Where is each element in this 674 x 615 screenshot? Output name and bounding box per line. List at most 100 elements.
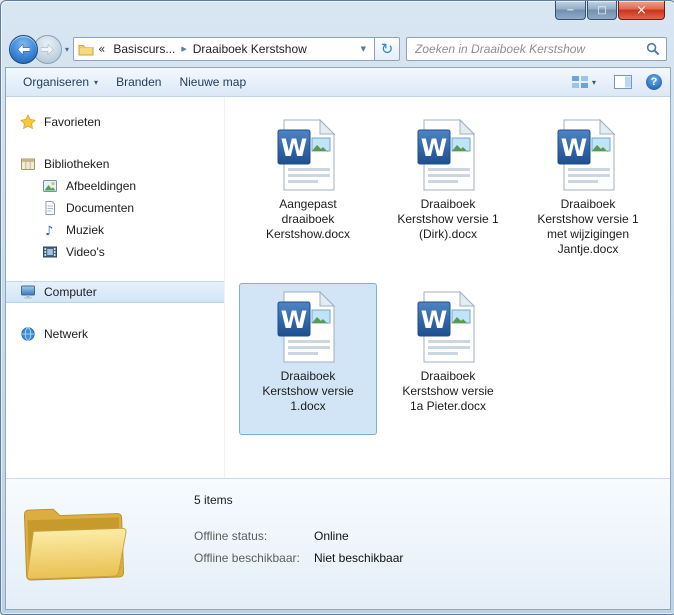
refresh-icon: ↻ — [380, 40, 394, 58]
sidebar-item-label: Netwerk — [44, 327, 89, 341]
chevron-down-icon: ▾ — [94, 77, 99, 87]
new-folder-label: Nieuwe map — [179, 75, 247, 89]
details-pane: 5 items Offline status: Online Offline b… — [6, 478, 670, 609]
detail-row: Offline status: Online — [194, 529, 403, 543]
preview-pane-icon — [614, 75, 632, 89]
burn-label: Branden — [116, 75, 162, 89]
history-dropdown[interactable]: ▾ — [65, 45, 69, 54]
detail-value: Niet beschikbaar — [314, 551, 404, 565]
word-document-icon: W — [417, 290, 476, 363]
libraries-icon — [21, 158, 35, 170]
views-icon — [571, 76, 588, 88]
folder-thumbnail — [6, 479, 156, 609]
sidebar-item-videos[interactable]: Video's — [6, 241, 224, 263]
window-body: Favorieten Bibliotheken Afbeeldingen Doc… — [6, 97, 670, 478]
back-button[interactable] — [9, 34, 38, 64]
detail-label: Offline status: — [194, 529, 268, 543]
file-label: Draaiboek Kerstshow versie 1 met wijzigi… — [537, 197, 639, 256]
breadcrumb-overflow[interactable]: « — [98, 42, 105, 56]
sidebar-item-muziek[interactable]: ♪ Muziek — [6, 219, 224, 241]
computer-icon — [21, 285, 35, 299]
svg-text:♪: ♪ — [45, 224, 53, 238]
file-label: Draaiboek Kerstshow versie 1a Pieter.doc… — [402, 369, 494, 413]
file-grid: W Aangepast draaiboek Kerstshow.docx W D… — [224, 97, 670, 478]
star-icon — [20, 114, 36, 130]
forward-arrow-icon — [41, 43, 54, 55]
sidebar-item-netwerk[interactable]: Netwerk — [6, 323, 224, 345]
file-tile[interactable]: W Draaiboek Kerstshow versie 1 met wijzi… — [519, 111, 657, 263]
toolbar-right-group: ▾ ? — [567, 73, 662, 91]
word-document-icon: W — [277, 290, 336, 363]
sidebar-item-label: Afbeeldingen — [66, 179, 137, 193]
organize-menu-button[interactable]: Organiseren ▾ — [14, 71, 107, 93]
explorer-window: − □ × ▾ « Basiscurs... ▶ Draaiboek Kerst… — [0, 0, 674, 615]
maximize-icon: □ — [597, 4, 607, 16]
sidebar-item-computer[interactable]: Computer — [6, 281, 224, 303]
search-icon — [646, 42, 660, 56]
videos-icon — [43, 246, 57, 258]
svg-text:W: W — [421, 306, 447, 334]
items-count: 5 items — [194, 493, 233, 507]
word-document-icon: W — [557, 118, 616, 191]
file-tile[interactable]: W Aangepast draaiboek Kerstshow.docx — [239, 111, 377, 263]
file-tile[interactable]: W Draaiboek Kerstshow versie 1a Pieter.d… — [379, 283, 517, 435]
breadcrumb-separator-icon[interactable]: ▶ — [179, 45, 188, 53]
address-dropdown-icon[interactable]: ▼ — [357, 45, 370, 53]
refresh-button[interactable]: ↻ — [375, 37, 401, 61]
word-document-icon: W — [277, 118, 336, 191]
detail-label: Offline beschikbaar: — [194, 551, 300, 565]
help-icon: ? — [650, 76, 658, 88]
new-folder-button[interactable]: Nieuwe map — [170, 71, 255, 93]
search-input[interactable] — [413, 41, 646, 57]
chevron-down-icon: ▾ — [591, 77, 596, 87]
sidebar-item-label: Favorieten — [44, 115, 101, 129]
network-icon — [21, 327, 35, 341]
svg-text:W: W — [281, 306, 307, 334]
file-label: Aangepast draaiboek Kerstshow.docx — [265, 197, 351, 241]
maximize-button[interactable]: □ — [587, 1, 617, 20]
svg-text:W: W — [281, 134, 307, 162]
pictures-icon — [43, 180, 57, 192]
file-tile-selected[interactable]: W Draaiboek Kerstshow versie 1.docx — [239, 283, 377, 435]
documents-icon — [45, 201, 55, 215]
sidebar-item-label: Bibliotheken — [44, 157, 110, 171]
window-controls: − □ × — [554, 1, 665, 20]
address-bar[interactable]: « Basiscurs... ▶ Draaiboek Kerstshow ▼ — [73, 37, 376, 61]
client-area: Organiseren ▾ Branden Nieuwe map ▾ ? Fav… — [5, 67, 671, 610]
file-label: Draaiboek Kerstshow versie 1 (Dirk).docx — [397, 197, 499, 241]
sidebar-item-label: Video's — [66, 245, 105, 259]
breadcrumb-item[interactable]: Basiscurs... — [109, 40, 179, 58]
svg-text:W: W — [561, 134, 587, 162]
change-view-button[interactable]: ▾ — [567, 73, 600, 91]
sidebar-item-afbeeldingen[interactable]: Afbeeldingen — [6, 175, 224, 197]
sidebar-item-label: Documenten — [66, 201, 135, 215]
command-toolbar: Organiseren ▾ Branden Nieuwe map ▾ ? — [6, 68, 670, 97]
titlebar[interactable]: − □ × — [1, 1, 674, 31]
file-tile[interactable]: W Draaiboek Kerstshow versie 1 (Dirk).do… — [379, 111, 517, 263]
details-info: 5 items Offline status: Online Offline b… — [156, 479, 403, 609]
detail-value: Online — [314, 529, 349, 543]
back-arrow-icon — [17, 43, 30, 55]
folder-icon — [78, 45, 94, 56]
folder-large-icon — [23, 508, 127, 581]
organize-label: Organiseren — [23, 75, 90, 89]
help-button[interactable]: ? — [646, 74, 662, 90]
music-icon: ♪ — [45, 224, 53, 238]
svg-text:W: W — [421, 134, 447, 162]
sidebar-item-label: Muziek — [66, 223, 105, 237]
sidebar-item-favorieten[interactable]: Favorieten — [6, 111, 224, 133]
close-button[interactable]: × — [618, 1, 665, 20]
file-label: Draaiboek Kerstshow versie 1.docx — [262, 369, 354, 413]
navigation-pane: Favorieten Bibliotheken Afbeeldingen Doc… — [6, 97, 224, 478]
burn-button[interactable]: Branden — [107, 71, 170, 93]
minimize-button[interactable]: − — [555, 1, 586, 20]
navigation-bar: ▾ « Basiscurs... ▶ Draaiboek Kerstshow ▼… — [1, 31, 674, 67]
sidebar-item-documenten[interactable]: Documenten — [6, 197, 224, 219]
breadcrumb-item[interactable]: Draaiboek Kerstshow — [189, 40, 311, 58]
search-box[interactable] — [406, 37, 667, 61]
word-document-icon: W — [417, 118, 476, 191]
detail-row: Offline beschikbaar: Niet beschikbaar — [194, 551, 403, 565]
sidebar-item-bibliotheken[interactable]: Bibliotheken — [6, 153, 224, 175]
close-icon: × — [636, 2, 647, 18]
preview-pane-button[interactable] — [610, 73, 636, 91]
